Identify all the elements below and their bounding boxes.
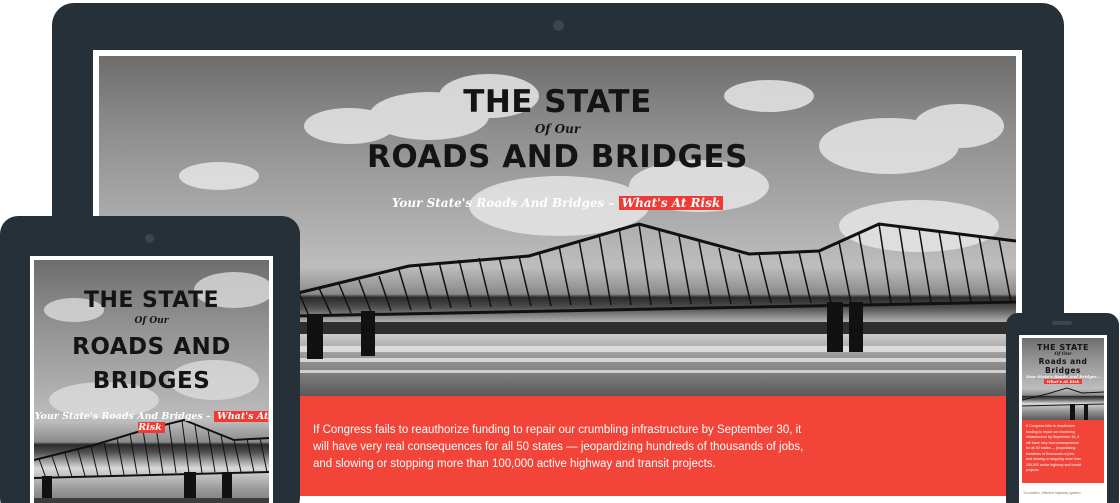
- phone-screen: THE STATE Of Our Roads and Bridges Your …: [1019, 335, 1107, 503]
- hero-title-line1: THE STATE: [83, 288, 220, 313]
- tagline-prefix: Your State's Roads And Bridges –: [34, 411, 215, 422]
- hero-title-line3a: ROADS AND: [72, 334, 231, 360]
- hero-tagline: Your State's Roads And Bridges – What's …: [1022, 374, 1104, 384]
- hero-title-line3: ROADS AND BRIDGES: [367, 139, 748, 175]
- intro-text: If Congress fails to reauthorize funding…: [313, 424, 804, 470]
- secondary-text: "A modern, efficient highway system: [1023, 491, 1081, 495]
- camera-dot-icon: [145, 234, 154, 243]
- hero-title-line1: THE STATE: [463, 84, 652, 120]
- camera-dot-icon: [553, 20, 564, 31]
- tablet-device: THE STATE Of Our ROADS AND BRIDGES Your …: [0, 216, 300, 503]
- tablet-screen: THE STATE Of Our ROADS AND BRIDGES Your …: [30, 256, 273, 503]
- intro-text: If Congress fails to reauthorize funding…: [1026, 424, 1082, 472]
- whats-at-risk-link[interactable]: What's At Risk: [1043, 379, 1083, 384]
- tagline-prefix: Your State's Roads And Bridges –: [391, 196, 619, 210]
- whats-at-risk-link[interactable]: What's At Risk: [618, 196, 724, 210]
- hero-title-line2: Of Our: [534, 122, 581, 136]
- hero-title-line2: Of Our: [134, 316, 169, 326]
- speaker-slot-icon: [1052, 321, 1072, 325]
- hero-title-line3: ROADS AND BRIDGES: [34, 330, 269, 398]
- intro-band: If Congress fails to reauthorize funding…: [1022, 420, 1104, 483]
- hero-title-line1: THE STATE: [1037, 343, 1089, 352]
- hero-image: THE STATE Of Our ROADS AND BRIDGES Your …: [34, 260, 269, 503]
- hero-image: THE STATE Of Our Roads and Bridges Your …: [1022, 338, 1104, 420]
- hero-tagline: Your State's Roads And Bridges – What's …: [99, 196, 1016, 210]
- phone-device: THE STATE Of Our Roads and Bridges Your …: [1006, 313, 1119, 503]
- hero-title-line3: Roads and Bridges: [1038, 357, 1088, 375]
- hero-title-line3b: BRIDGES: [92, 368, 211, 394]
- hero-tagline: Your State's Roads And Bridges – What's …: [34, 411, 269, 433]
